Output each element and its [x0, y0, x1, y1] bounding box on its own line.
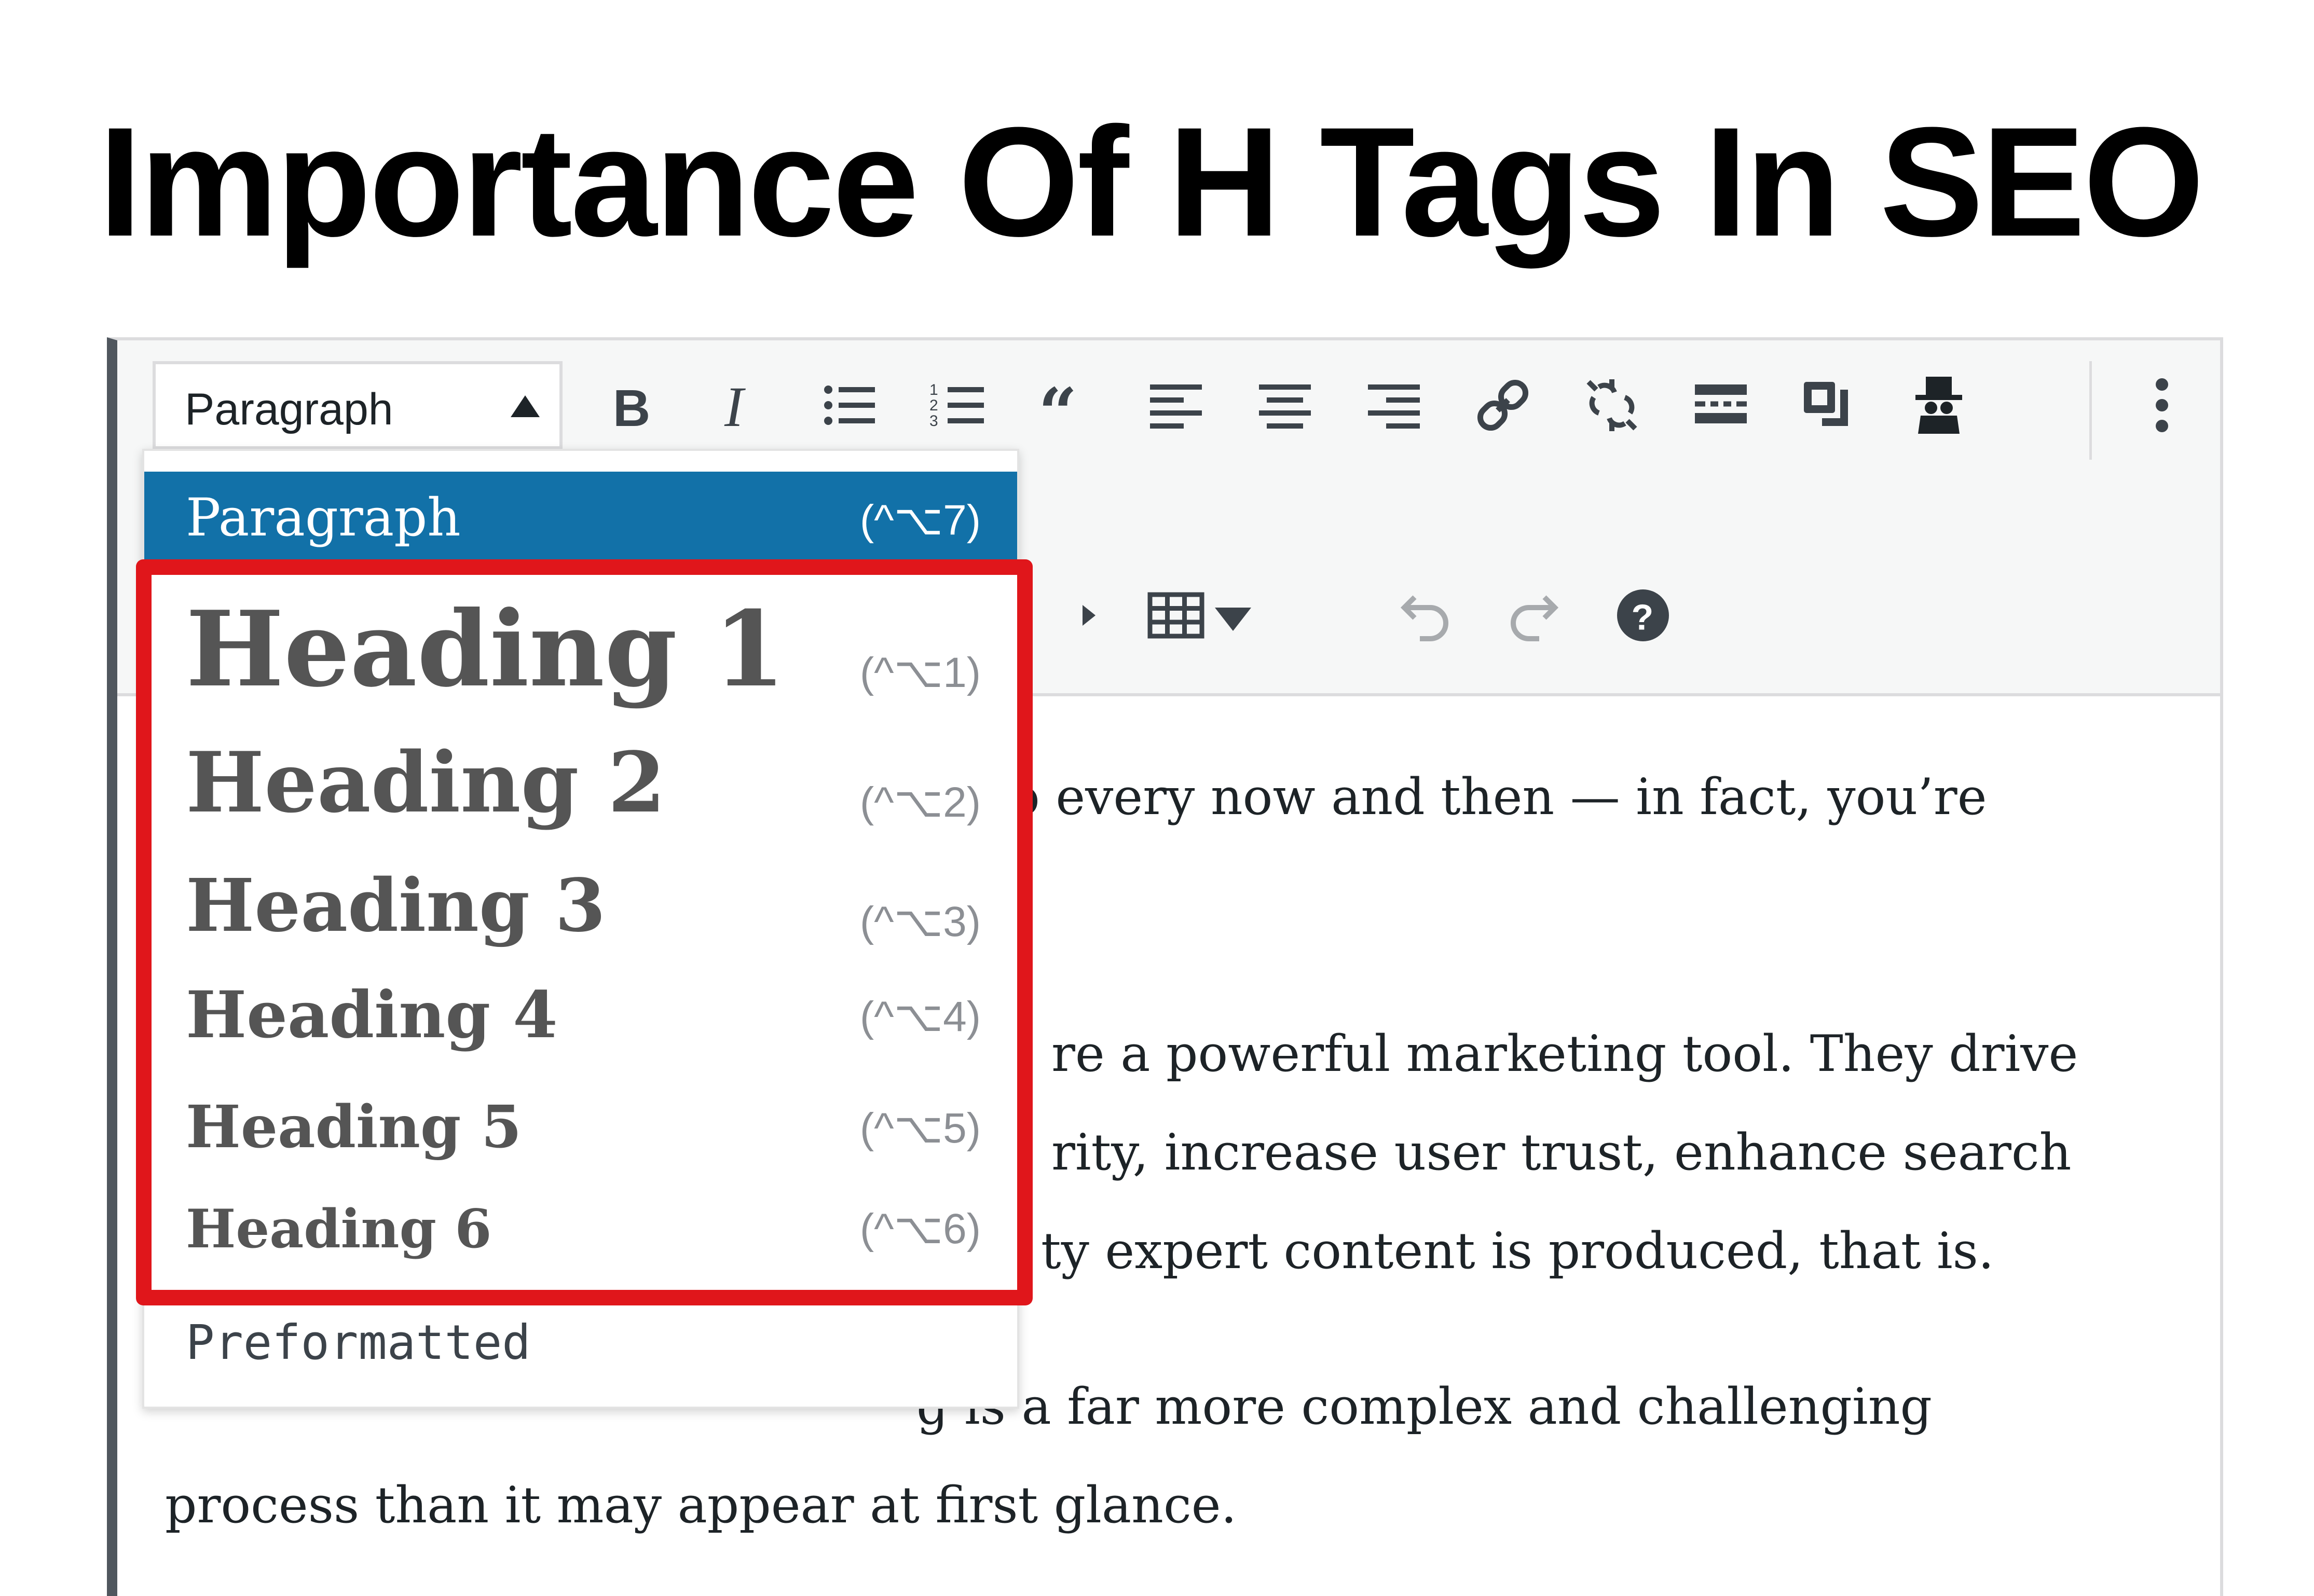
incognito-icon [1915, 377, 1962, 434]
format-option-heading-3[interactable]: Heading 3 (^⌥3) [144, 848, 1017, 967]
link-button[interactable] [1461, 364, 1544, 447]
content-line: o every now and then — in fact, you’re [1010, 768, 1987, 826]
format-select-value: Paragraph [185, 384, 393, 434]
table-dropdown-button[interactable] [1192, 574, 1275, 657]
toolbar-toggle-button[interactable] [1788, 364, 1871, 447]
format-option-preformatted[interactable]: Preformatted [144, 1286, 1017, 1390]
undo-button[interactable] [1384, 574, 1467, 657]
indent-icon [1083, 605, 1096, 626]
format-option-label: Heading 1 [186, 588, 786, 710]
link-icon [1477, 379, 1529, 431]
content-line: ty expert content is produced, that is. [1041, 1222, 1994, 1280]
bold-button[interactable]: B [590, 364, 673, 447]
content-line: re a powerful marketing tool. They drive [1051, 1025, 2078, 1083]
more-options-icon [2156, 378, 2168, 432]
format-option-heading-4[interactable]: Heading 4 (^⌥4) [144, 967, 1017, 1079]
bold-icon: B [613, 379, 650, 436]
page-title: Importance Of H Tags In SEO [99, 94, 2205, 269]
svg-text:1: 1 [929, 381, 938, 398]
format-option-heading-2[interactable]: Heading 2 (^⌥2) [144, 718, 1017, 848]
format-option-label: Preformatted [186, 1315, 531, 1370]
format-option-label: Heading 2 [186, 734, 666, 831]
indent-button[interactable] [1041, 574, 1124, 657]
unlink-button[interactable] [1570, 364, 1653, 447]
svg-text:I: I [724, 375, 746, 436]
numbered-list-button[interactable]: 123 [916, 364, 999, 447]
read-more-button[interactable] [1679, 364, 1762, 447]
read-more-icon [1695, 384, 1747, 423]
align-right-button[interactable] [1352, 364, 1435, 447]
format-option-heading-5[interactable]: Heading 5 (^⌥5) [144, 1079, 1017, 1182]
toolbar-separator [2089, 361, 2092, 460]
format-option-heading-1[interactable]: Heading 1 (^⌥1) [144, 578, 1017, 718]
incognito-button[interactable] [1897, 364, 1980, 447]
bullet-list-button[interactable] [807, 364, 891, 447]
align-right-icon [1368, 384, 1420, 429]
more-options-button[interactable] [2120, 364, 2203, 447]
format-option-paragraph[interactable]: Paragraph (^⌥7) [144, 472, 1017, 561]
format-option-shortcut: (^⌥3) [859, 898, 981, 945]
align-left-button[interactable] [1134, 364, 1217, 447]
format-option-shortcut: (^⌥7) [859, 497, 981, 544]
caret-up-icon [511, 395, 540, 417]
format-option-label: Heading 4 [186, 978, 558, 1053]
format-option-shortcut: (^⌥5) [859, 1105, 981, 1152]
help-button[interactable]: ? [1601, 574, 1685, 657]
content-line: g is a far more complex and challenging [916, 1378, 1932, 1436]
content-line: process than it may appear at first glan… [165, 1476, 1237, 1534]
format-option-shortcut: (^⌥1) [859, 649, 981, 696]
svg-text:“: “ [1038, 374, 1077, 436]
blockquote-icon: “ [1038, 374, 1077, 436]
redo-button[interactable] [1493, 574, 1576, 657]
format-option-label: Heading 5 [186, 1093, 522, 1161]
caret-down-icon [1215, 608, 1251, 631]
format-option-shortcut: (^⌥4) [859, 993, 981, 1040]
format-option-label: Paragraph [186, 487, 461, 548]
format-dropdown-menu: Paragraph (^⌥7) Heading 1 (^⌥1) Heading … [142, 449, 1019, 1409]
undo-icon [1400, 595, 1448, 641]
svg-text:?: ? [1632, 597, 1654, 638]
bullet-list-icon [824, 386, 875, 425]
help-icon: ? [1617, 589, 1669, 641]
format-option-heading-6[interactable]: Heading 6 (^⌥6) [144, 1182, 1017, 1281]
align-center-icon [1259, 384, 1311, 429]
format-option-label: Heading 3 [186, 863, 606, 948]
content-line: rity, increase user trust, enhance searc… [1051, 1123, 2072, 1181]
svg-text:2: 2 [929, 397, 938, 414]
numbered-list-icon: 123 [929, 381, 984, 430]
format-select[interactable]: Paragraph [153, 361, 563, 449]
italic-icon: I [724, 375, 746, 436]
format-option-shortcut: (^⌥2) [859, 779, 981, 826]
format-option-shortcut: (^⌥6) [859, 1205, 981, 1253]
italic-button[interactable]: I [699, 364, 782, 447]
svg-text:3: 3 [929, 412, 938, 430]
toolbar-toggle-icon [1804, 382, 1848, 426]
align-center-button[interactable] [1243, 364, 1326, 447]
format-option-label: Heading 6 [186, 1198, 492, 1260]
align-left-icon [1150, 384, 1202, 429]
redo-icon [1511, 595, 1559, 641]
unlink-icon [1586, 379, 1637, 431]
blockquote-button[interactable]: “ [1025, 364, 1108, 447]
svg-text:B: B [613, 379, 650, 436]
